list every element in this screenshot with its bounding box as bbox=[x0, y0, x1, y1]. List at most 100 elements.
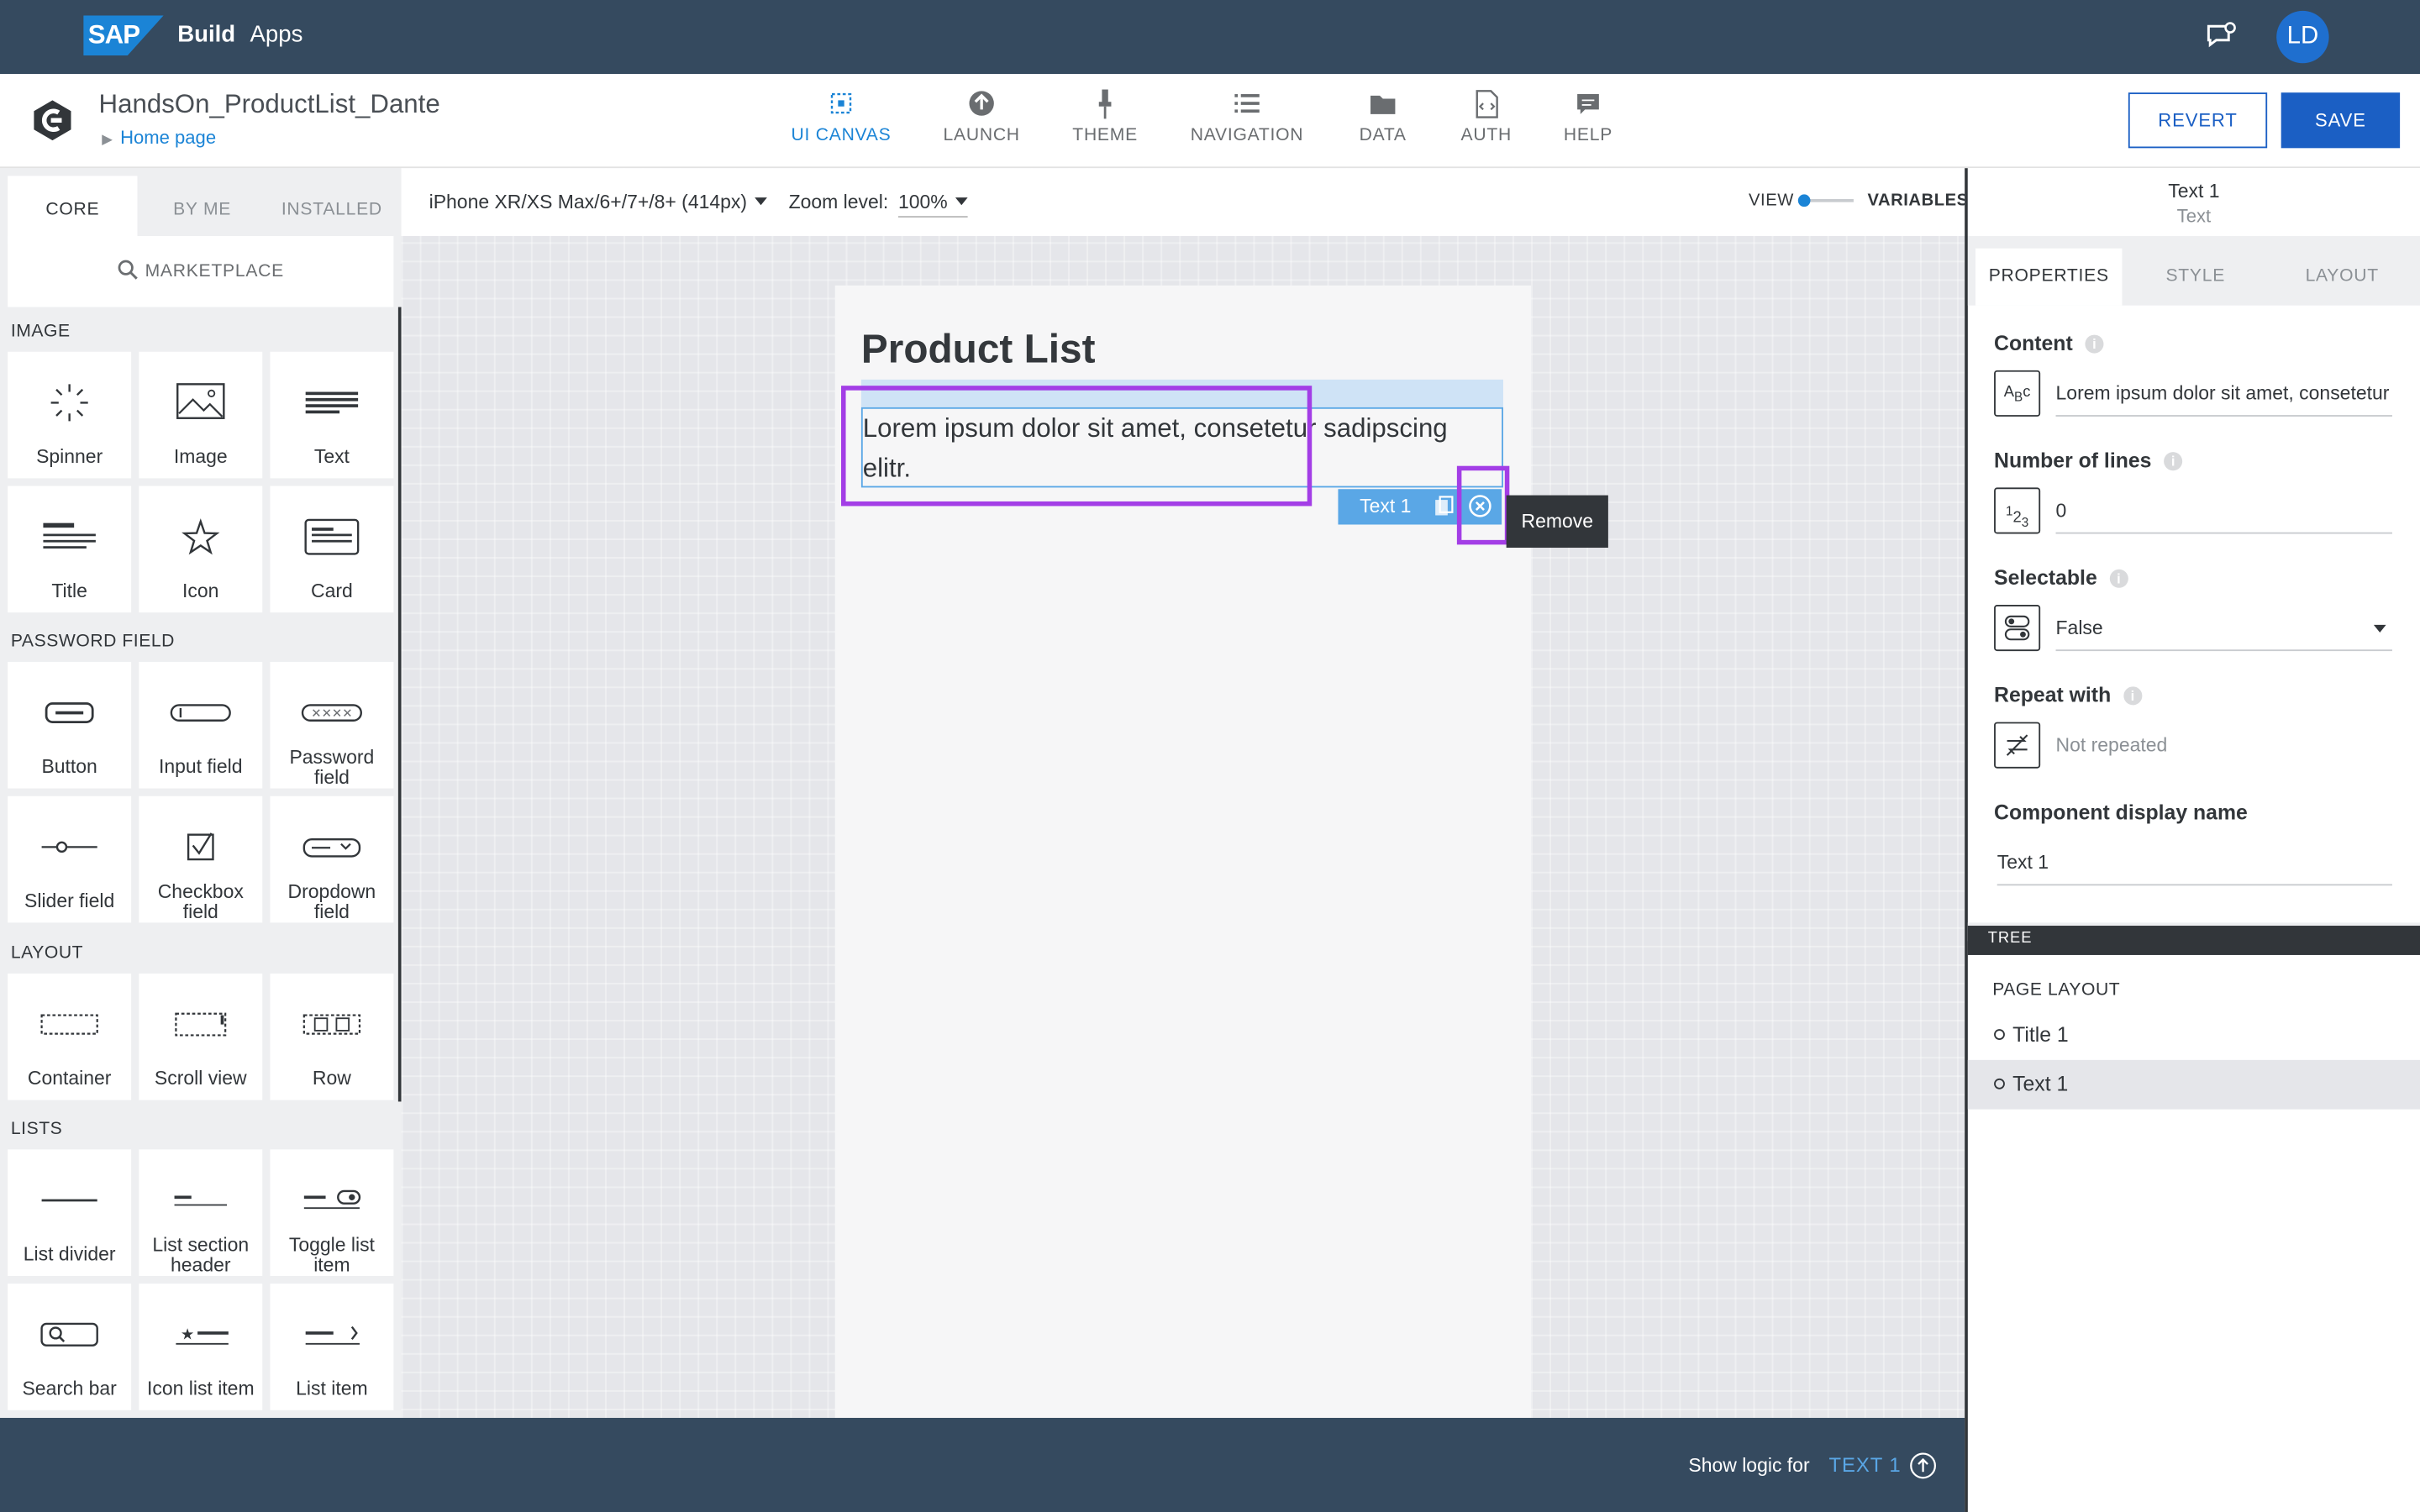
component-text[interactable]: Text bbox=[270, 351, 394, 479]
component-slider-field[interactable]: Slider field bbox=[8, 795, 132, 923]
tab-launch[interactable]: LAUNCH bbox=[926, 87, 1037, 157]
tab-installed[interactable]: INSTALLED bbox=[266, 176, 397, 244]
tab-by-me[interactable]: BY ME bbox=[137, 176, 267, 244]
component-button[interactable]: Button bbox=[8, 661, 132, 789]
component-toggle-list-item[interactable]: Toggle list item bbox=[270, 1149, 394, 1276]
highlight-remove-box bbox=[1456, 465, 1510, 545]
info-icon[interactable]: i bbox=[2109, 569, 2128, 588]
canvas-toolbar: iPhone XR/XS Max/6+/7+/8+ (414px) Zoom l… bbox=[401, 168, 1969, 237]
selected-component-header: Text 1 Text bbox=[1967, 168, 2420, 237]
section-image: IMAGE bbox=[10, 322, 71, 341]
breadcrumb[interactable]: ▶ Home page bbox=[102, 127, 216, 149]
tab-properties[interactable]: PROPERTIES bbox=[1975, 248, 2123, 306]
tab-navigation[interactable]: NAVIGATION bbox=[1176, 87, 1318, 157]
text-icon bbox=[305, 391, 359, 414]
component-scroll-view[interactable]: Scroll view bbox=[139, 973, 263, 1100]
expand-up-icon[interactable] bbox=[1909, 1452, 1937, 1479]
tree-item-text-1[interactable]: Text 1 bbox=[1967, 1059, 2420, 1110]
component-container[interactable]: Container bbox=[8, 973, 132, 1100]
logic-target-link[interactable]: TEXT 1 bbox=[1829, 1453, 1902, 1477]
logic-bar: Show logic for TEXT 1 bbox=[0, 1417, 1967, 1512]
properties-tabs: PROPERTIES STYLE LAYOUT bbox=[1967, 236, 2420, 306]
component-dropdown-field[interactable]: Dropdown field bbox=[270, 795, 394, 923]
variables-label: VARIABLES bbox=[1867, 191, 1969, 210]
container-icon bbox=[40, 1014, 98, 1035]
repeat-value[interactable]: Not repeated bbox=[2056, 722, 2392, 769]
tab-data[interactable]: DATA bbox=[1346, 87, 1420, 157]
dropdown-icon bbox=[302, 837, 361, 858]
highlight-text-box bbox=[841, 386, 1313, 507]
input-field-icon bbox=[170, 704, 231, 722]
component-checkbox-field[interactable]: Checkbox field bbox=[139, 795, 263, 923]
help-chat-icon bbox=[1577, 94, 1599, 114]
revert-button[interactable]: REVERT bbox=[2128, 92, 2268, 149]
selectable-dropdown[interactable]: False bbox=[2055, 605, 2392, 652]
user-avatar[interactable]: LD bbox=[2276, 10, 2329, 64]
zoom-selector[interactable]: 100% bbox=[897, 192, 968, 218]
toggle-knob bbox=[1797, 194, 1811, 207]
feedback-icon[interactable] bbox=[2204, 22, 2238, 53]
tab-help[interactable]: HELP bbox=[1553, 87, 1623, 157]
component-title[interactable]: Title bbox=[8, 486, 132, 613]
info-icon[interactable]: i bbox=[2164, 452, 2183, 471]
tab-style[interactable]: STYLE bbox=[2123, 249, 2269, 306]
tree-header[interactable]: TREE bbox=[1967, 926, 2420, 955]
device-selector[interactable]: iPhone XR/XS Max/6+/7+/8+ (414px) bbox=[429, 192, 767, 213]
caret-down-icon bbox=[955, 197, 968, 206]
component-list-section-header[interactable]: List section header bbox=[139, 1149, 263, 1276]
star-icon bbox=[182, 518, 220, 555]
repeat-binding-icon[interactable] bbox=[1994, 722, 2041, 769]
app-logo-icon[interactable] bbox=[31, 99, 74, 142]
checkbox-icon bbox=[187, 832, 214, 861]
sap-logo[interactable]: SAP bbox=[83, 15, 164, 56]
component-image[interactable]: Image bbox=[139, 351, 263, 479]
component-password-field[interactable]: ✕✕✕✕ Password field bbox=[270, 661, 394, 789]
breadcrumb-page[interactable]: Home page bbox=[120, 127, 216, 149]
selectable-label: Selectable i bbox=[1994, 566, 2128, 590]
card-icon bbox=[304, 518, 360, 555]
component-input-field[interactable]: Input field bbox=[139, 661, 263, 789]
number-binding-icon[interactable]: 123 bbox=[1994, 487, 2041, 534]
tab-layout[interactable]: LAYOUT bbox=[2269, 249, 2415, 306]
tab-auth[interactable]: AUTH bbox=[1451, 87, 1522, 157]
password-field-icon: ✕✕✕✕ bbox=[301, 704, 362, 722]
toggle-binding-icon[interactable] bbox=[1994, 605, 2041, 652]
info-icon[interactable]: i bbox=[2085, 334, 2104, 354]
component-spinner[interactable]: Spinner bbox=[8, 351, 132, 479]
component-card[interactable]: Card bbox=[270, 486, 394, 613]
icon-list-item-icon: ★ bbox=[176, 1326, 229, 1345]
component-list-divider[interactable]: List divider bbox=[8, 1149, 132, 1276]
component-icon-list-item[interactable]: ★ Icon list item bbox=[139, 1284, 263, 1410]
button-icon bbox=[45, 702, 94, 723]
page-layout-label: PAGE LAYOUT bbox=[1992, 981, 2121, 1000]
chip-label: Text 1 bbox=[1360, 495, 1412, 517]
list-divider-icon bbox=[41, 1199, 97, 1202]
component-list-item[interactable]: List item bbox=[270, 1284, 394, 1410]
zoom-label: Zoom level: bbox=[788, 191, 889, 213]
scroll-view-icon bbox=[175, 1012, 227, 1037]
ui-canvas[interactable]: iPhone XR/XS Max/6+/7+/8+ (414px) Zoom l… bbox=[401, 168, 1969, 1418]
tab-ui-canvas[interactable]: UI CANVAS bbox=[780, 87, 903, 157]
component-row[interactable]: Row bbox=[270, 973, 394, 1100]
properties-form: Content i ABc Lorem ipsum dolor sit amet,… bbox=[1968, 306, 2420, 923]
tree-node-icon bbox=[1994, 1029, 2005, 1040]
marketplace-link[interactable]: MARKETPLACE bbox=[8, 236, 394, 307]
selected-component-type: Text bbox=[2176, 205, 2212, 228]
tree-item-title-1[interactable]: Title 1 bbox=[1968, 1011, 2420, 1060]
save-button[interactable]: SAVE bbox=[2281, 92, 2401, 149]
component-search-bar[interactable]: Search bar bbox=[8, 1284, 132, 1410]
content-input[interactable]: Lorem ipsum dolor sit amet, consetetur s… bbox=[2055, 370, 2392, 417]
section-password-field: PASSWORD FIELD bbox=[10, 633, 175, 652]
spinner-icon bbox=[50, 384, 88, 422]
component-icon[interactable]: Icon bbox=[139, 486, 263, 613]
page-title[interactable]: Product List bbox=[861, 326, 1096, 374]
section-lists: LISTS bbox=[10, 1120, 63, 1139]
tab-theme[interactable]: THEME bbox=[1062, 87, 1149, 157]
lines-input[interactable]: 0 bbox=[2055, 487, 2392, 534]
duplicate-icon[interactable] bbox=[1434, 496, 1455, 517]
display-name-input[interactable]: Text 1 bbox=[1996, 839, 2392, 886]
info-icon[interactable]: i bbox=[2123, 686, 2142, 706]
view-variables-toggle[interactable] bbox=[1797, 194, 1854, 207]
tab-core[interactable]: CORE bbox=[8, 176, 138, 244]
text-binding-icon[interactable]: ABc bbox=[1994, 370, 2041, 417]
